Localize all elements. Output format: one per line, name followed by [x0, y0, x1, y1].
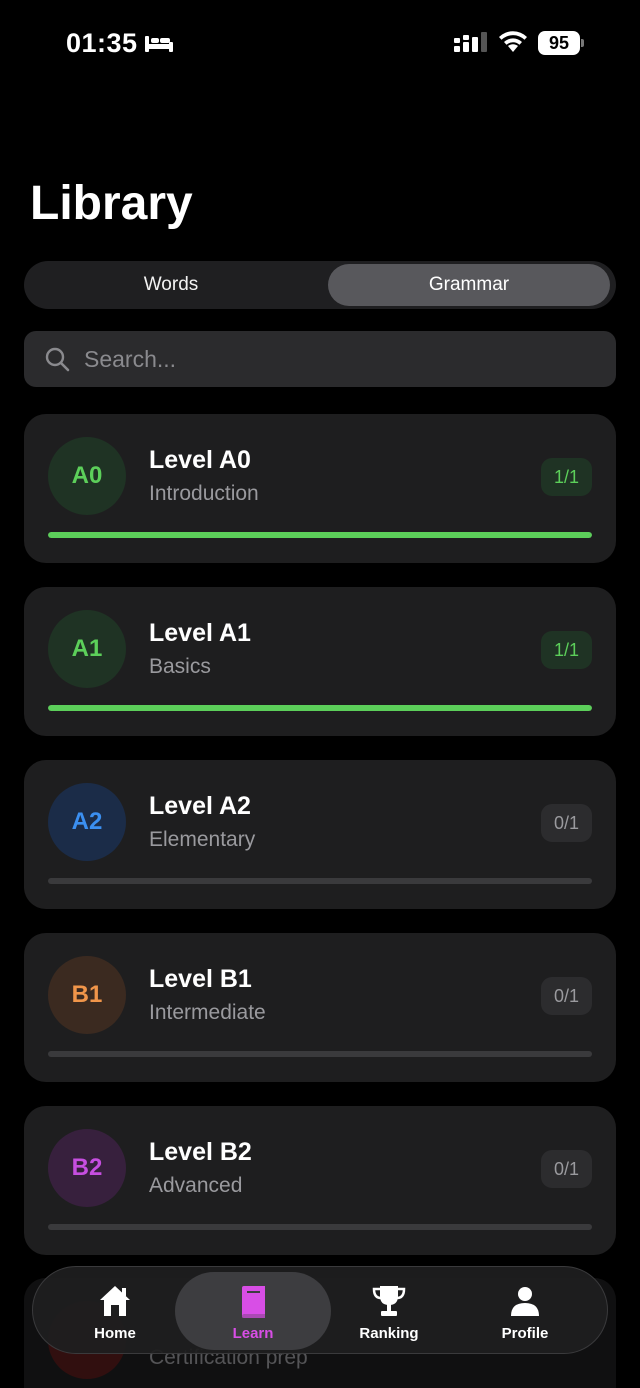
level-count-badge: 0/1	[540, 804, 592, 842]
segmented-control: Words Grammar	[24, 261, 616, 309]
level-subtitle: Introduction	[149, 482, 259, 505]
tab-ranking-label: Ranking	[359, 1325, 419, 1342]
home-icon	[100, 1286, 130, 1316]
level-badge: B2	[48, 1129, 126, 1207]
level-subtitle: Elementary	[149, 828, 256, 851]
level-card[interactable]: A1 Level A1 Basics 1/1	[24, 587, 616, 736]
search-input[interactable]	[84, 331, 604, 387]
level-card[interactable]: A0 Level A0 Introduction 1/1	[24, 414, 616, 563]
level-progress-bar	[48, 532, 592, 538]
battery-level: 95	[538, 31, 580, 55]
level-count-badge: 0/1	[540, 977, 592, 1015]
tab-profile-label: Profile	[501, 1325, 549, 1342]
bed-icon	[145, 36, 173, 52]
tab-ranking[interactable]: Ranking	[321, 1267, 457, 1355]
battery-icon: 95	[538, 31, 584, 55]
tab-profile[interactable]: Profile	[457, 1267, 593, 1355]
level-progress-bar	[48, 878, 592, 884]
level-title: Level B1	[149, 965, 252, 993]
level-subtitle: Advanced	[149, 1174, 243, 1197]
book-icon	[242, 1286, 265, 1318]
trophy-icon	[372, 1286, 406, 1316]
tab-bar: Home Learn Ranking Profile	[32, 1266, 608, 1354]
tab-home-label: Home	[94, 1325, 136, 1342]
segment-grammar[interactable]: Grammar	[328, 264, 610, 306]
level-badge: A0	[48, 437, 126, 515]
level-title: Level A0	[149, 446, 251, 474]
search-bar	[24, 331, 616, 387]
level-title: Level B2	[149, 1138, 252, 1166]
level-count-badge: 1/1	[540, 631, 592, 669]
status-bar: 01:35 95	[0, 0, 640, 90]
segment-words[interactable]: Words	[30, 264, 312, 306]
level-count-badge: 1/1	[540, 458, 592, 496]
wifi-icon	[499, 31, 527, 52]
page-title: Library	[30, 177, 193, 230]
level-badge: A1	[48, 610, 126, 688]
tab-home[interactable]: Home	[47, 1267, 183, 1355]
search-icon	[45, 347, 70, 372]
signal-icon	[454, 32, 487, 52]
level-progress-bar	[48, 1224, 592, 1230]
level-progress-fill	[48, 705, 592, 711]
tab-learn-label: Learn	[232, 1325, 274, 1342]
status-time: 01:35	[66, 28, 138, 58]
level-subtitle: Intermediate	[149, 1001, 266, 1024]
level-badge: A2	[48, 783, 126, 861]
level-badge: B1	[48, 956, 126, 1034]
level-count-badge: 0/1	[540, 1150, 592, 1188]
level-title: Level A2	[149, 792, 251, 820]
level-subtitle: Basics	[149, 655, 211, 678]
level-progress-bar	[48, 705, 592, 711]
level-title: Level A1	[149, 619, 251, 647]
tab-learn[interactable]: Learn	[175, 1272, 331, 1350]
level-card[interactable]: B1 Level B1 Intermediate 0/1	[24, 933, 616, 1082]
level-card[interactable]: B2 Level B2 Advanced 0/1	[24, 1106, 616, 1255]
level-progress-fill	[48, 532, 592, 538]
level-progress-bar	[48, 1051, 592, 1057]
level-card[interactable]: A2 Level A2 Elementary 0/1	[24, 760, 616, 909]
person-icon	[511, 1287, 539, 1316]
